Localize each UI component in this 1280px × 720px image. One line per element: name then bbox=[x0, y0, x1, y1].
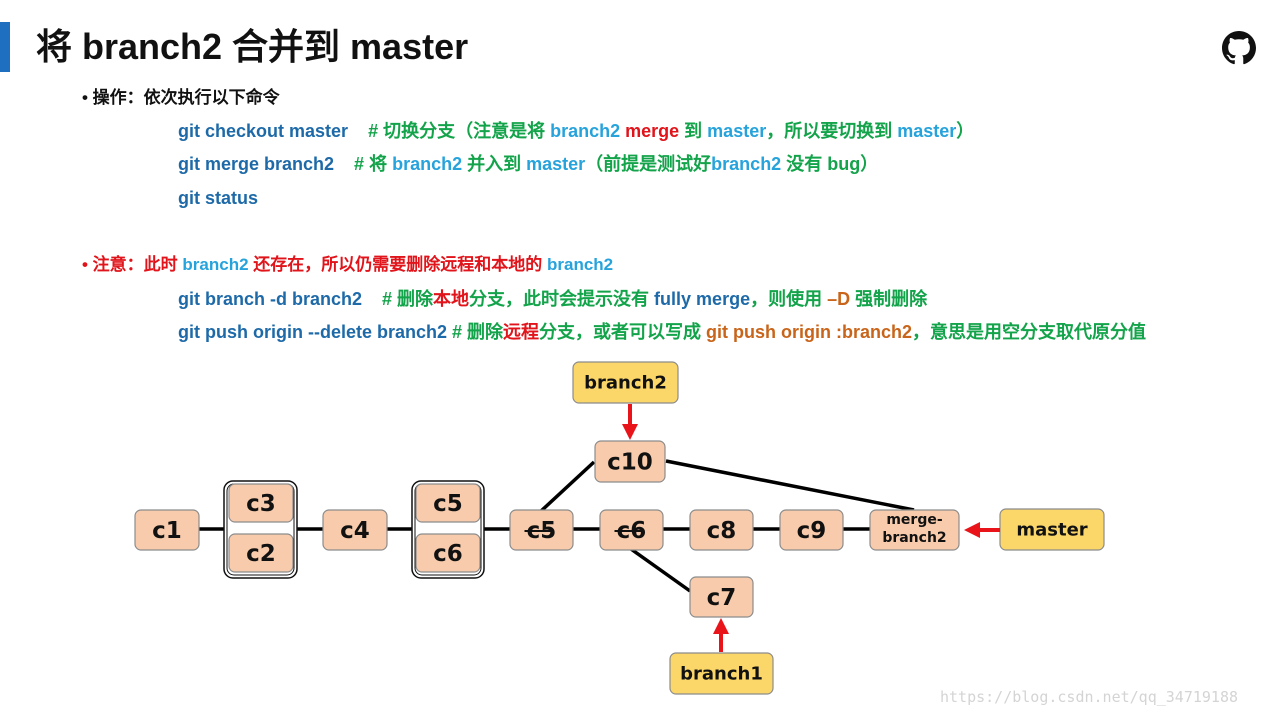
watermark-url: https://blog.csdn.net/qq_34719188 bbox=[940, 688, 1239, 706]
branch-label-master: master bbox=[999, 508, 1105, 551]
commit-label: c10 bbox=[607, 450, 653, 476]
commit-node-c10: c10 bbox=[594, 440, 666, 483]
commit-label: c7 bbox=[707, 585, 737, 611]
commit-node-c7: c7 bbox=[689, 576, 754, 618]
branch-name: branch2 bbox=[584, 373, 667, 394]
commit-node-c6a: c6 bbox=[415, 533, 481, 573]
commit-node-c9: c9 bbox=[779, 509, 844, 551]
branch-label-branch2: branch2 bbox=[572, 361, 679, 404]
edge-c10-merge bbox=[665, 459, 915, 512]
commit-label: c8 bbox=[707, 518, 737, 544]
commit-label: c5 bbox=[433, 491, 463, 517]
commit-label: c1 bbox=[152, 518, 182, 544]
commit-node-merge: merge-branch2 bbox=[869, 509, 960, 551]
commit-node-c2: c2 bbox=[228, 533, 294, 573]
commit-label: c9 bbox=[797, 518, 827, 544]
commit-node-c5b: c5 bbox=[509, 509, 574, 551]
commit-label: c6 bbox=[433, 541, 463, 567]
commit-node-c6b: c6 bbox=[599, 509, 664, 551]
commit-label: c3 bbox=[246, 491, 276, 517]
commit-label: merge- bbox=[886, 512, 943, 528]
commit-node-c1: c1 bbox=[134, 509, 200, 551]
branch-name: branch1 bbox=[680, 664, 763, 685]
branch-name: master bbox=[1016, 520, 1087, 541]
git-graph-diagram: c1 c3 c2 c4 c5 c6 c5 c6 c8 c9 c10 c7 merge-branch2 b… bbox=[134, 361, 1105, 695]
commit-node-c5a: c5 bbox=[415, 483, 481, 523]
commit-node-c8: c8 bbox=[689, 509, 754, 551]
commit-node-c4: c4 bbox=[322, 509, 388, 551]
edge-c6b-c7 bbox=[629, 547, 692, 593]
commit-label: c2 bbox=[246, 541, 276, 567]
commit-label: c4 bbox=[340, 518, 370, 544]
commit-label: branch2 bbox=[882, 530, 946, 546]
commit-node-c3: c3 bbox=[228, 483, 294, 523]
edge-c5b-c10 bbox=[538, 460, 596, 514]
branch-label-branch1: branch1 bbox=[669, 652, 774, 695]
